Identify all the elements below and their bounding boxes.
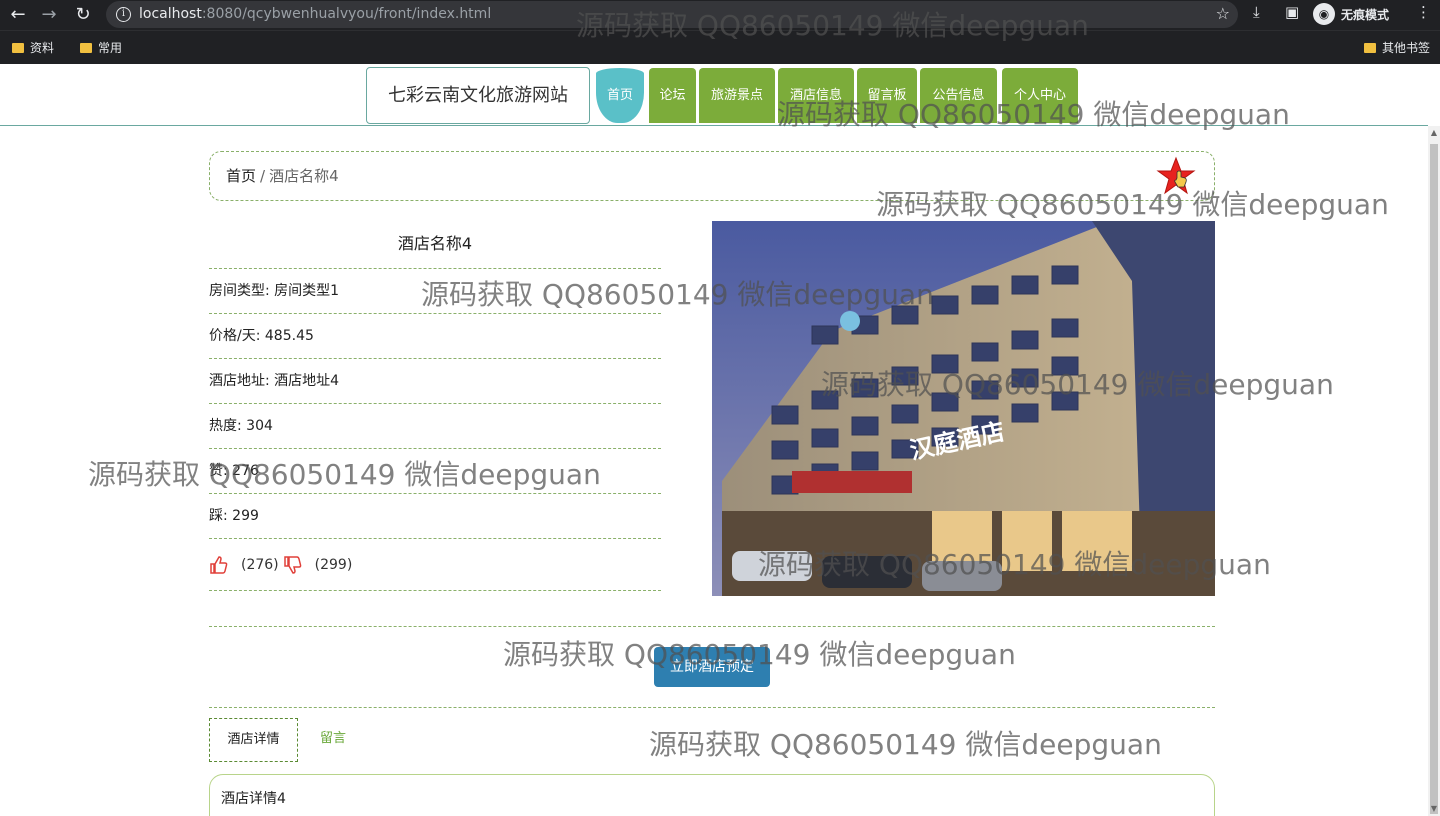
tab-comments[interactable]: 留言: [310, 718, 356, 762]
incognito-indicator[interactable]: ◉ 无痕模式: [1313, 2, 1389, 26]
favorite-star-icon[interactable]: [1156, 156, 1196, 196]
book-hotel-button[interactable]: 立即酒店预定: [654, 647, 770, 687]
field-likes: 赞: 276: [209, 449, 661, 494]
nav-attractions[interactable]: 旅游景点: [699, 68, 775, 123]
breadcrumb-separator: /: [260, 167, 266, 185]
forward-arrow-icon[interactable]: →: [37, 3, 61, 27]
field-room-type: 房间类型: 房间类型1: [209, 269, 661, 314]
folder-icon: [80, 42, 92, 53]
bookmarks-bar: 资料 常用 其他书签: [0, 30, 1440, 64]
page-scrollbar[interactable]: ▲ ▼: [1428, 126, 1440, 816]
back-arrow-icon[interactable]: ←: [6, 3, 30, 27]
dislike-count: (299): [314, 556, 353, 573]
other-bookmarks[interactable]: 其他书签: [1364, 39, 1430, 56]
menu-kebab-icon[interactable]: ⋮: [1416, 3, 1431, 21]
breadcrumb-home[interactable]: 首页: [226, 167, 256, 185]
tab-hotel-details[interactable]: 酒店详情: [209, 718, 298, 762]
download-icon[interactable]: ⤓: [1253, 3, 1260, 21]
page-content: 七彩云南文化旅游网站 首页 论坛 旅游景点 酒店信息 留言板 公告信息 个人中心…: [0, 65, 1440, 816]
field-dislikes: 踩: 299: [209, 494, 661, 539]
field-popularity: 热度: 304: [209, 404, 661, 449]
nav-home[interactable]: 首页: [596, 68, 644, 123]
incognito-icon: ◉: [1313, 3, 1335, 25]
scroll-up-icon[interactable]: ▲: [1428, 126, 1440, 140]
side-panel-icon[interactable]: ▣: [1285, 3, 1299, 21]
info-icon[interactable]: i: [116, 7, 131, 22]
hotel-photo: 汉庭酒店: [712, 221, 1215, 596]
nav-message-board[interactable]: 留言板: [857, 68, 917, 123]
hotel-name-heading: 酒店名称4: [209, 223, 661, 269]
bookmark-star-icon[interactable]: ☆: [1216, 4, 1230, 23]
field-address: 酒店地址: 酒店地址4: [209, 359, 661, 404]
thumbs-up-icon[interactable]: [209, 555, 229, 575]
site-navbar: 七彩云南文化旅游网站 首页 论坛 旅游景点 酒店信息 留言板 公告信息 个人中心: [0, 65, 1428, 126]
incognito-label: 无痕模式: [1341, 7, 1390, 22]
browser-toolbar: ← → ↻ i localhost:8080/qcybwenhualvyou/f…: [0, 0, 1440, 30]
site-title: 七彩云南文化旅游网站: [366, 67, 590, 124]
nav-forum[interactable]: 论坛: [649, 68, 696, 123]
scroll-down-icon[interactable]: ▼: [1428, 802, 1440, 816]
scrollbar-thumb[interactable]: [1430, 144, 1438, 814]
breadcrumb: 首页 / 酒店名称4: [209, 151, 1215, 201]
field-price: 价格/天: 485.45: [209, 314, 661, 359]
reload-icon[interactable]: ↻: [71, 3, 95, 27]
divider: [209, 707, 1215, 708]
vote-row: (276) (299): [209, 539, 661, 591]
bookmark-folder-1[interactable]: 资料: [12, 39, 54, 56]
nav-hotel-info[interactable]: 酒店信息: [778, 68, 854, 123]
folder-icon: [12, 42, 24, 53]
divider: [209, 626, 1215, 627]
thumbs-down-icon[interactable]: [283, 555, 303, 575]
nav-user-center[interactable]: 个人中心: [1002, 68, 1078, 123]
like-count: (276): [241, 556, 279, 573]
url-text: localhost:8080/qcybwenhualvyou/front/ind…: [139, 6, 492, 22]
nav-announcements[interactable]: 公告信息: [920, 68, 997, 123]
hotel-detail-content: 酒店详情4: [209, 774, 1215, 816]
address-bar[interactable]: i localhost:8080/qcybwenhualvyou/front/i…: [106, 1, 1238, 28]
bookmark-folder-2[interactable]: 常用: [80, 39, 122, 56]
folder-icon: [1364, 42, 1376, 53]
breadcrumb-current: 酒店名称4: [269, 167, 339, 185]
